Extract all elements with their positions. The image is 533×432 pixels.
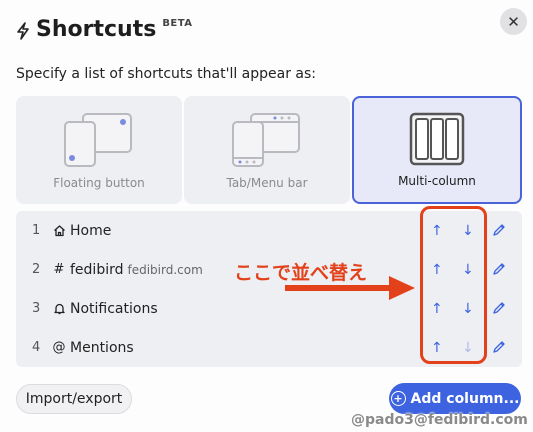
pencil-icon[interactable] xyxy=(492,301,506,315)
row-index: 1 xyxy=(32,223,41,238)
row-index: 2 xyxy=(32,262,41,277)
description-text: Specify a list of shortcuts that'll appe… xyxy=(16,66,317,82)
row-domain: fedibird.com xyxy=(127,262,203,277)
option-label: Multi-column xyxy=(398,174,476,188)
add-column-label: Add column... xyxy=(410,390,520,407)
import-export-button[interactable]: Import/export xyxy=(16,384,132,414)
modal-title: Shortcuts xyxy=(36,17,157,42)
option-label: Tab/Menu bar xyxy=(226,176,308,190)
move-up-button[interactable]: ↑ xyxy=(431,301,443,317)
move-up-button[interactable]: ↑ xyxy=(431,223,443,239)
multi-column-illustration-icon xyxy=(409,112,465,166)
annotation-arrow-icon xyxy=(285,276,415,300)
move-up-button[interactable]: ↑ xyxy=(431,340,443,356)
row-index: 4 xyxy=(32,340,41,355)
pencil-icon[interactable] xyxy=(492,223,506,237)
option-multi-column[interactable]: Multi-column xyxy=(352,96,522,204)
option-label: Floating button xyxy=(53,176,145,190)
close-button[interactable]: ✕ xyxy=(500,8,527,35)
option-tab-menu-bar[interactable]: Tab/Menu bar xyxy=(184,96,350,204)
pencil-icon[interactable] xyxy=(492,340,506,354)
plus-circle-icon: + xyxy=(390,391,406,406)
row-label: fedibird fedibird.com xyxy=(70,261,203,278)
bell-icon xyxy=(52,302,66,316)
row-label: Home xyxy=(70,222,112,239)
floating-button-illustration-icon xyxy=(64,113,132,167)
shortcut-row: 4 @ Mentions ↑ ↓ xyxy=(16,328,522,367)
modal-header: Shortcuts BETA xyxy=(16,14,193,46)
hash-icon: # xyxy=(53,262,65,277)
shortcut-row: 3 Notifications ↑ ↓ xyxy=(16,289,522,328)
move-down-button[interactable]: ↓ xyxy=(462,223,474,239)
move-up-button[interactable]: ↑ xyxy=(431,262,443,278)
row-label: Notifications xyxy=(70,300,158,317)
beta-badge: BETA xyxy=(162,18,193,29)
watermark: @pado3@fedibird.com xyxy=(351,412,528,428)
close-icon: ✕ xyxy=(507,12,520,31)
pencil-icon[interactable] xyxy=(492,262,506,276)
move-down-button[interactable]: ↓ xyxy=(462,262,474,278)
add-column-button[interactable]: + Add column... xyxy=(389,383,521,414)
layout-options: Floating button Tab/Menu bar Multi-colum… xyxy=(16,96,522,204)
at-icon: @ xyxy=(52,340,66,355)
move-down-button[interactable]: ↓ xyxy=(462,301,474,317)
shortcut-list: 1 Home ↑ ↓ 2 # fedibird fedibird.com ↑ ↓ … xyxy=(16,211,522,367)
home-icon xyxy=(52,224,66,238)
option-floating-button[interactable]: Floating button xyxy=(16,96,182,204)
row-label: Mentions xyxy=(70,339,134,356)
move-down-button[interactable]: ↓ xyxy=(462,340,474,356)
shortcut-row: 1 Home ↑ ↓ xyxy=(16,211,522,250)
bolt-icon xyxy=(17,22,29,40)
tab-menu-illustration-icon xyxy=(232,113,300,167)
row-index: 3 xyxy=(32,301,41,316)
